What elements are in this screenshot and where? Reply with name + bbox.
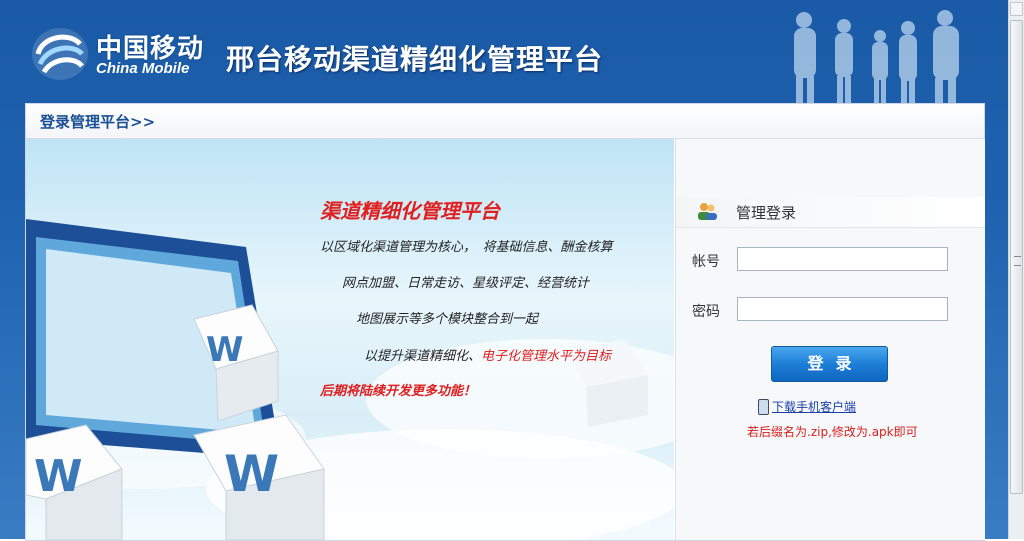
- main-panel: 登录管理平台>> W W W 渠道精细化管理平台 以区域化渠道管理为核心， 将基…: [25, 103, 985, 541]
- login-button[interactable]: 登录: [771, 346, 888, 382]
- account-input[interactable]: [737, 247, 948, 271]
- download-client-label: 下载手机客户端: [772, 400, 857, 414]
- download-client-link[interactable]: 下载手机客户端: [758, 398, 857, 415]
- login-heading: 管理登录: [736, 204, 797, 222]
- users-icon: [698, 203, 717, 220]
- breadcrumb-label: 登录管理平台>>: [40, 113, 156, 131]
- vertical-scrollbar[interactable]: [1008, 0, 1024, 539]
- login-panel: 管理登录 帐号 密码 登录 下载手机客户端 若后缀名为.zip,修改为.apk即…: [675, 139, 985, 540]
- svg-text:W: W: [224, 445, 279, 503]
- page-title: 邢台移动渠道精细化管理平台: [226, 43, 604, 76]
- svg-text:W: W: [206, 330, 244, 370]
- promo-line-1: 以区域化渠道管理为核心， 将基础信息、酬金核算: [320, 240, 613, 255]
- promo-line-5: 后期将陆续开发更多功能！: [320, 384, 477, 399]
- login-heading-bar: 管理登录: [676, 197, 985, 228]
- promo-line-4: 以提升渠道精细化、电子化管理水平为目标: [364, 345, 611, 364]
- china-mobile-logo-icon: [32, 28, 88, 80]
- promo-line-2: 网点加盟、日常走访、星级评定、经营统计: [342, 276, 590, 291]
- promo-line-3: 地图展示等多个模块整合到一起: [356, 312, 539, 327]
- promo-line-4-highlight: 电子化管理水平为目标: [481, 349, 612, 364]
- scroll-grip-icon: [1014, 256, 1021, 266]
- scroll-thumb[interactable]: [1010, 20, 1023, 494]
- svg-text:W: W: [34, 451, 83, 502]
- password-label: 密码: [692, 304, 720, 320]
- account-label: 帐号: [692, 254, 720, 270]
- promo-title: 渠道精细化管理平台: [320, 199, 500, 223]
- people-silhouettes-icon: [794, 10, 959, 116]
- breadcrumb: 登录管理平台>>: [26, 104, 984, 139]
- apk-rename-note: 若后缀名为.zip,修改为.apk即可: [747, 425, 918, 439]
- phone-icon: [758, 399, 769, 415]
- password-input[interactable]: [737, 297, 948, 321]
- promo-banner: W W W 渠道精细化管理平台 以区域化渠道管理为核心， 将基础信息、酬金核算 …: [26, 139, 674, 540]
- logo-text-en: China Mobile: [96, 60, 190, 77]
- promo-line-4-prefix: 以提升渠道精细化、: [364, 349, 482, 364]
- scroll-up-arrow-icon[interactable]: [1010, 2, 1023, 16]
